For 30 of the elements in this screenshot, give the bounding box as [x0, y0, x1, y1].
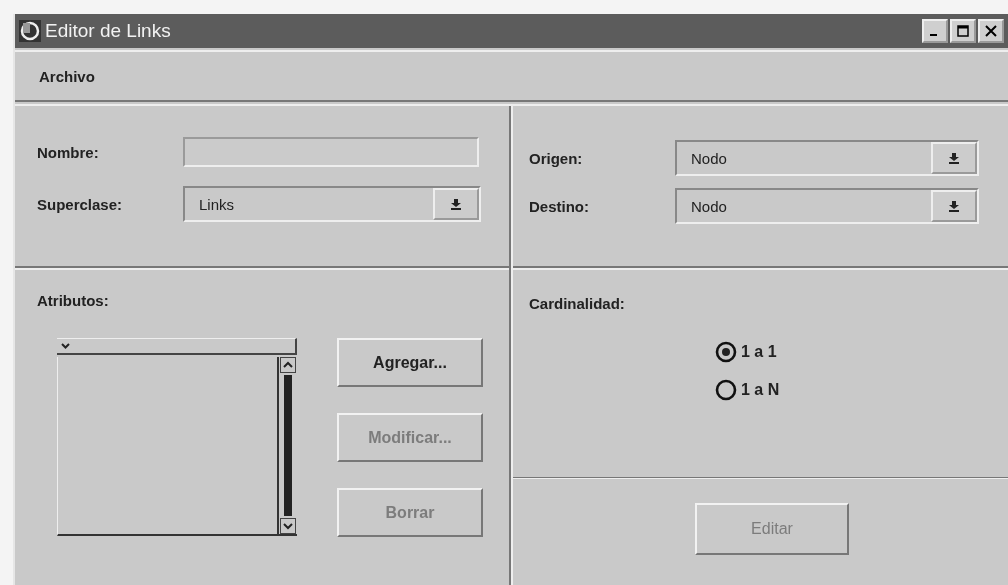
section-label: Cardinalidad: — [529, 295, 625, 312]
close-button[interactable] — [978, 19, 1004, 43]
maximize-button[interactable] — [950, 19, 976, 43]
dropdown[interactable]: Nodo — [675, 140, 979, 176]
radio-option[interactable]: 1 a N — [715, 379, 780, 401]
field-label: Destino: — [529, 197, 590, 215]
download-arrow-icon — [949, 200, 959, 212]
app-icon — [19, 20, 41, 42]
section-label: Atributos: — [37, 292, 109, 309]
radio-option[interactable]: 1 a 1 — [715, 341, 777, 363]
dropdown[interactable]: Nodo — [675, 188, 979, 224]
field-label: Origen: — [529, 149, 584, 167]
download-arrow-icon — [451, 198, 461, 210]
field-label: Superclase: — [37, 195, 124, 213]
attribute-list[interactable] — [57, 338, 297, 536]
scroll-down-icon[interactable] — [280, 518, 296, 534]
text-field[interactable] — [183, 137, 479, 167]
chevron-icon — [61, 343, 70, 349]
download-arrow-icon — [949, 152, 959, 164]
scrollbar[interactable] — [279, 357, 297, 536]
field-label: Nombre: — [37, 143, 100, 161]
maximize-icon — [957, 25, 969, 37]
minimize-button[interactable] — [922, 19, 948, 43]
close-icon — [985, 25, 997, 37]
window-title: Editor de Links — [45, 20, 172, 42]
menu-item[interactable]: Archivo — [39, 67, 95, 85]
minimize-icon — [930, 34, 937, 36]
action-button[interactable]: Agregar... — [337, 338, 483, 387]
dropdown[interactable]: Links — [183, 186, 481, 222]
scroll-up-icon[interactable] — [280, 357, 296, 373]
